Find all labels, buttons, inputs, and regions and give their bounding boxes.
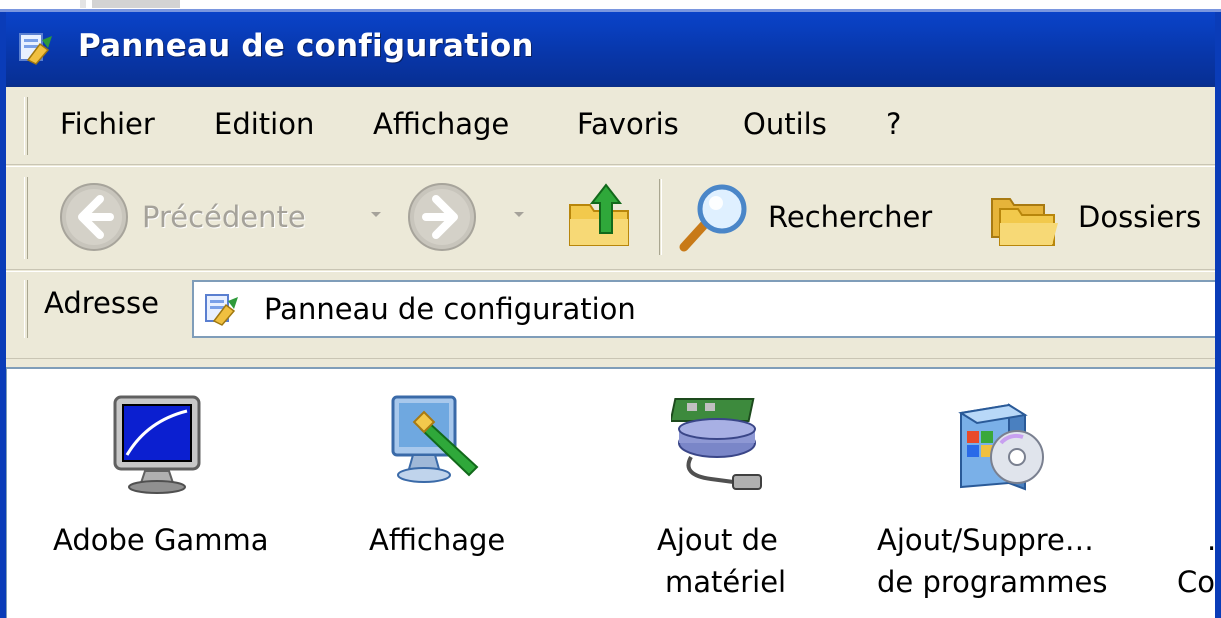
adobe-gamma-monitor-icon xyxy=(113,395,201,494)
window-right-edge xyxy=(1215,12,1221,618)
title-bar[interactable]: Panneau de configuration xyxy=(6,12,1221,87)
menu-bar: Fichier Edition Affichage Favoris Outils… xyxy=(6,87,1221,165)
back-dropdown-arrow-icon[interactable] xyxy=(371,212,381,217)
cp-item-label-line2: matériel xyxy=(665,565,787,599)
folders-button[interactable]: Dossiers xyxy=(986,179,1201,255)
standard-toolbar: Précédente Rechercher Dossiers xyxy=(6,166,1221,270)
folders-icon xyxy=(991,198,1058,246)
folder-up-icon xyxy=(569,183,629,246)
magnifier-search-icon xyxy=(679,184,747,252)
forward-dropdown-arrow-icon[interactable] xyxy=(514,212,524,217)
cp-item-ajout-suppression-programmes[interactable]: Ajout/Suppre… de programmes xyxy=(867,369,1147,618)
addressbar-grip[interactable] xyxy=(24,280,28,338)
address-label: Adresse xyxy=(44,286,159,320)
cp-item-adobe-gamma[interactable]: Adobe Gamma xyxy=(7,369,307,618)
cp-item-partial[interactable]: . Co xyxy=(1167,369,1221,618)
control-panel-icon xyxy=(205,294,238,326)
back-arrow-icon xyxy=(60,183,128,251)
control-panel-icon xyxy=(19,33,52,65)
explorer-window: Panneau de configuration Fichier Edition… xyxy=(0,12,1221,618)
menu-outils[interactable]: Outils xyxy=(743,107,827,141)
folders-label: Dossiers xyxy=(1078,200,1202,234)
back-label: Précédente xyxy=(142,200,306,234)
display-properties-icon xyxy=(391,395,479,483)
control-panel-content: Adobe Gamma Affichage Ajout de matériel … xyxy=(6,367,1221,618)
menubar-grip[interactable] xyxy=(24,97,28,155)
cp-item-label: Adobe Gamma xyxy=(53,523,269,557)
window-chrome: Fichier Edition Affichage Favoris Outils… xyxy=(6,87,1221,372)
toolbar-separator xyxy=(659,179,662,255)
address-bar: Adresse Panneau de configuration xyxy=(6,271,1221,359)
background-window-fragment xyxy=(80,0,180,8)
cp-item-label-line2: de programmes xyxy=(877,565,1108,599)
toolbar-grip[interactable] xyxy=(24,177,28,259)
address-input[interactable]: Panneau de configuration xyxy=(192,280,1221,338)
menu-help[interactable]: ? xyxy=(886,107,901,141)
add-hardware-icon xyxy=(671,398,762,490)
window-title: Panneau de configuration xyxy=(78,28,534,64)
forward-arrow-icon xyxy=(408,183,476,251)
cp-item-label: Affichage xyxy=(369,523,506,557)
back-button[interactable]: Précédente xyxy=(56,179,306,255)
address-value: Panneau de configuration xyxy=(264,292,636,326)
menu-edition[interactable]: Edition xyxy=(214,107,314,141)
menu-affichage[interactable]: Affichage xyxy=(373,107,509,141)
add-remove-programs-icon xyxy=(958,403,1044,491)
cp-item-ajout-materiel[interactable]: Ajout de matériel xyxy=(637,369,827,618)
cp-item-label-line1: Ajout/Suppre… xyxy=(877,523,1094,557)
cp-item-affichage[interactable]: Affichage xyxy=(347,369,547,618)
forward-button[interactable] xyxy=(404,179,480,255)
cp-item-label-line2: Co xyxy=(1177,565,1215,599)
search-button[interactable]: Rechercher xyxy=(676,179,932,255)
menu-favoris[interactable]: Favoris xyxy=(577,107,679,141)
cp-item-label-line1: Ajout de xyxy=(657,523,778,557)
search-label: Rechercher xyxy=(768,200,933,234)
menu-fichier[interactable]: Fichier xyxy=(60,107,155,141)
up-folder-button[interactable] xyxy=(562,179,638,255)
